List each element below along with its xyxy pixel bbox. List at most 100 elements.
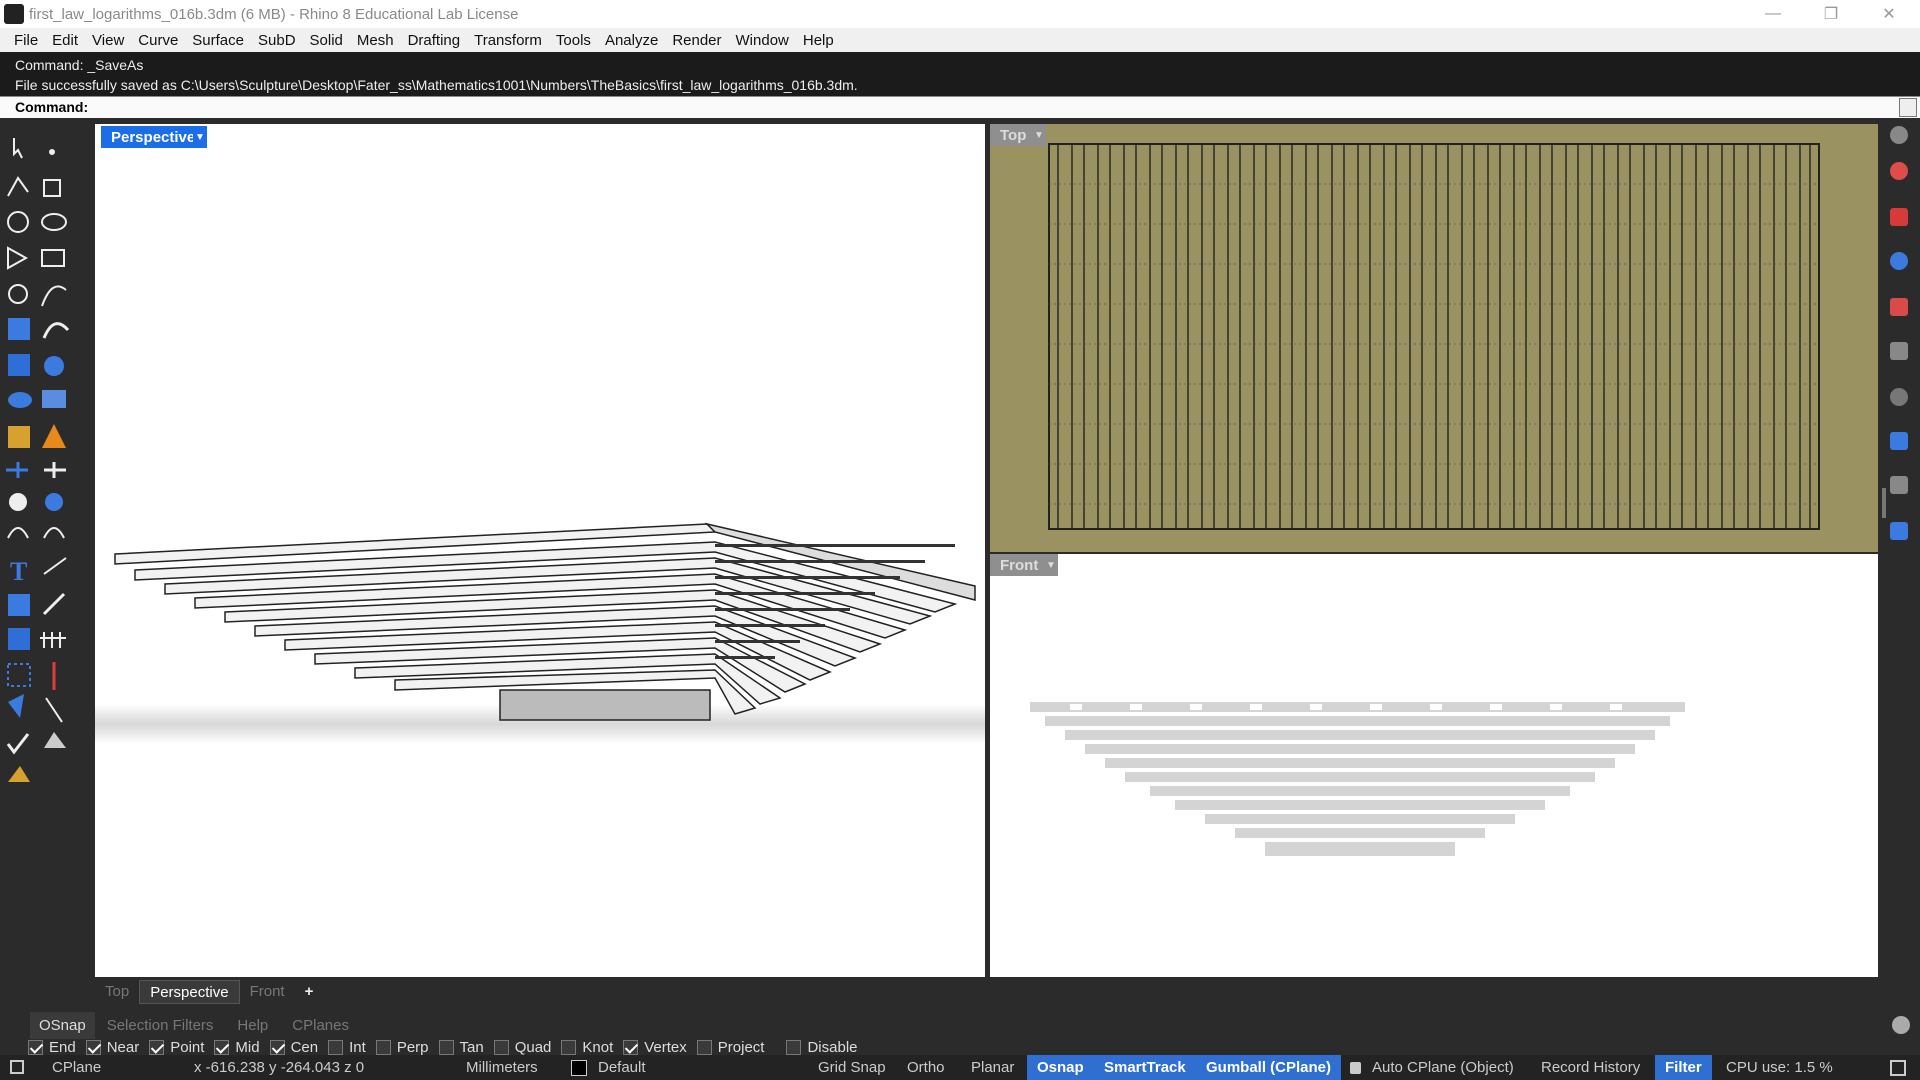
viewport-label-top[interactable]: Top [990,124,1037,146]
chevron-down-icon[interactable]: ▼ [1032,124,1046,146]
auto-cplane-toggle[interactable]: Auto CPlane (Object) [1372,1055,1514,1080]
viewport-perspective[interactable]: Perspective ▼ [95,124,985,977]
material-icon[interactable] [1890,208,1908,226]
command-history-spinner[interactable] [1899,98,1917,117]
gumball-toggle[interactable]: Gumball (CPlane) [1196,1055,1342,1080]
panel-toggle-icon[interactable] [1890,1060,1906,1076]
menu-tools[interactable]: Tools [549,32,598,49]
learn-icon[interactable] [1890,476,1908,494]
polygon-icon [7,246,29,270]
osnap-toggle[interactable]: Osnap [1027,1055,1094,1080]
menu-drafting[interactable]: Drafting [401,32,468,49]
checkbox[interactable] [623,1039,639,1055]
menu-file[interactable]: File [7,32,45,49]
smarttrack-toggle[interactable]: SmartTrack [1094,1055,1196,1080]
layers-icon[interactable] [1890,342,1908,360]
chevron-down-icon[interactable]: ▼ [193,126,207,148]
osnap-end[interactable]: End [28,1039,76,1056]
checkbox[interactable] [85,1039,101,1055]
current-layer[interactable]: Default [598,1055,646,1080]
tab-cplanes[interactable]: CPlanes [280,1017,361,1034]
menu-transform[interactable]: Transform [467,32,549,49]
menu-view[interactable]: View [85,32,131,49]
planar-toggle[interactable]: Planar [971,1055,1014,1080]
menu-analyze[interactable]: Analyze [598,32,665,49]
osnap-near[interactable]: Near [85,1039,139,1056]
ortho-toggle[interactable]: Ortho [907,1055,945,1080]
osnap-perp[interactable]: Perp [375,1039,429,1056]
cpu-usage: CPU use: 1.5 % [1726,1059,1833,1076]
title-bar: first_law_logarithms_016b.3dm (6 MB) - R… [0,0,1920,28]
osnap-cen[interactable]: Cen [269,1039,318,1056]
checkbox[interactable] [696,1039,712,1055]
checkbox[interactable] [561,1039,577,1055]
osnap-int[interactable]: Int [328,1039,366,1056]
environment-icon[interactable] [1890,252,1908,270]
tab-front[interactable]: Front [240,980,295,1004]
osnap-label: Vertex [644,1038,687,1056]
chevron-down-icon[interactable]: ▼ [1044,554,1058,576]
lock-icon[interactable] [1350,1062,1361,1074]
command-prompt[interactable]: Command: [0,96,1920,118]
checkbox[interactable] [438,1039,454,1055]
point-icon [49,149,55,155]
help-icon[interactable] [1890,522,1908,540]
grid-snap-toggle[interactable]: Grid Snap [818,1055,886,1080]
osnap-vertex[interactable]: Vertex [623,1039,687,1056]
osnap-disable[interactable]: Disable [786,1039,858,1056]
checkbox[interactable] [269,1039,285,1055]
restore-icon[interactable]: ❐ [1802,0,1860,28]
menu-mesh[interactable]: Mesh [350,32,401,49]
panel-scrollbar[interactable] [1882,488,1886,518]
menu-window[interactable]: Window [729,32,796,49]
tab-perspective[interactable]: Perspective [139,980,240,1004]
front-view-model [1030,702,1685,856]
checkbox[interactable] [786,1039,802,1055]
properties-icon[interactable] [1890,432,1908,450]
minimize-icon[interactable]: — [1744,0,1802,28]
checkbox[interactable] [375,1039,391,1055]
add-viewport-button[interactable]: + [295,980,324,1004]
cplane-label[interactable]: CPlane [52,1055,101,1080]
loft-icon [42,322,70,339]
checkbox[interactable] [328,1039,344,1055]
filter-toggle[interactable]: Filter [1655,1055,1712,1080]
tab-selection-filters[interactable]: Selection Filters [95,1017,226,1034]
menu-edit[interactable]: Edit [45,32,85,49]
menu-help[interactable]: Help [796,32,841,49]
checkbox[interactable] [214,1039,230,1055]
menu-subd[interactable]: SubD [251,32,303,49]
gear-icon[interactable] [1892,1016,1910,1034]
menu-surface[interactable]: Surface [185,32,251,49]
tab-help[interactable]: Help [225,1017,280,1034]
osnap-quad[interactable]: Quad [493,1039,551,1056]
viewport-label-text: Perspective [111,128,196,146]
osnap-project[interactable]: Project [696,1039,764,1056]
menu-render[interactable]: Render [665,32,728,49]
checkbox[interactable] [493,1039,509,1055]
panel-toggle-icon[interactable] [10,1060,24,1074]
light-icon[interactable] [1890,298,1908,316]
osnap-knot[interactable]: Knot [561,1039,613,1056]
gear-icon[interactable] [1890,126,1908,144]
viewport-front[interactable]: Front ▼ [990,554,1878,977]
units[interactable]: Millimeters [466,1055,538,1080]
menu-solid[interactable]: Solid [303,32,350,49]
layer-color-swatch[interactable] [571,1060,587,1076]
osnap-tan[interactable]: Tan [438,1039,484,1056]
menu-curve[interactable]: Curve [131,32,185,49]
color-wheel-icon[interactable] [1890,162,1908,180]
viewport-label-perspective[interactable]: Perspective [101,126,206,148]
tab-top[interactable]: Top [95,980,139,1004]
viewport-top[interactable]: Top ▼ [990,124,1878,552]
named-views-icon[interactable] [1890,388,1908,406]
close-icon[interactable]: ✕ [1860,0,1918,28]
osnap-point[interactable]: Point [149,1039,204,1056]
tab-osnap[interactable]: OSnap [30,1011,95,1039]
checkbox[interactable] [149,1039,165,1055]
record-history-toggle[interactable]: Record History [1541,1055,1640,1080]
osnap-mid[interactable]: Mid [214,1039,260,1056]
viewport-label-front[interactable]: Front [990,554,1049,576]
checkbox[interactable] [28,1039,43,1055]
cylinder-icon [8,392,32,408]
